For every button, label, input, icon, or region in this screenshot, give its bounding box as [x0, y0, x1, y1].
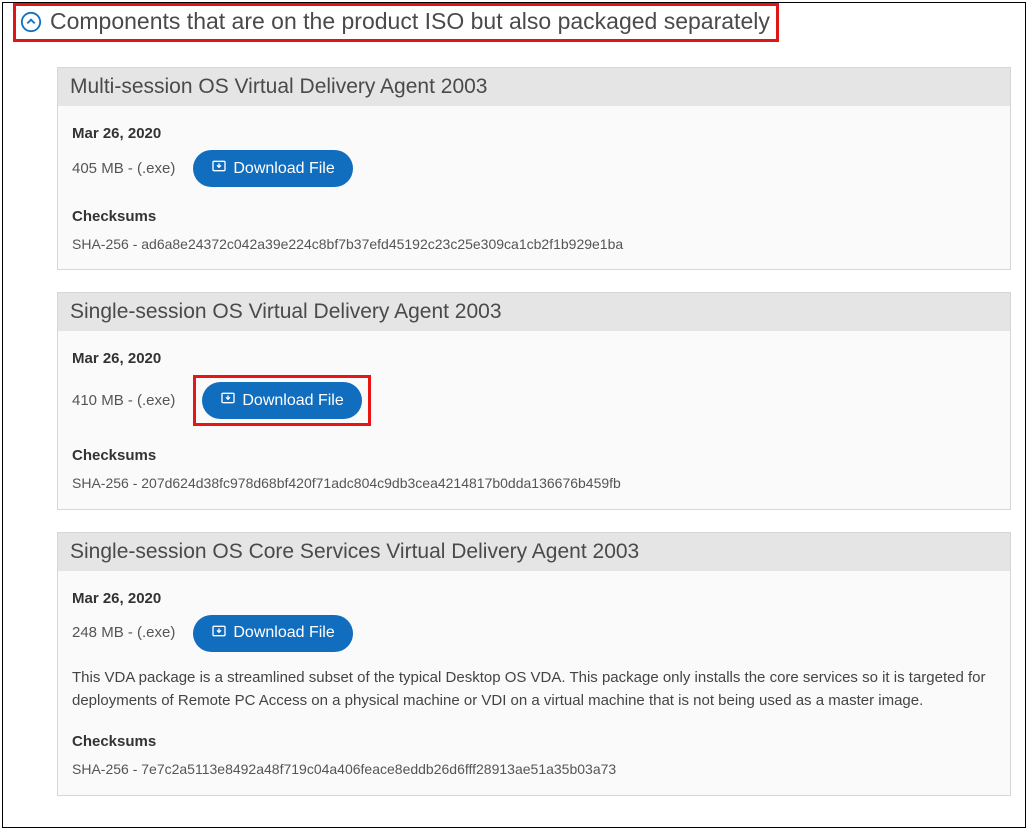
download-card: Single-session OS Core Services Virtual …: [57, 532, 1011, 796]
release-date: Mar 26, 2020: [72, 122, 996, 146]
file-size-type: 410 MB - (.exe): [72, 389, 175, 413]
download-button-label: Download File: [233, 160, 334, 178]
download-icon: [220, 390, 236, 411]
section-header-highlight: Components that are on the product ISO b…: [13, 3, 779, 42]
file-size-type: 248 MB - (.exe): [72, 621, 175, 645]
release-date: Mar 26, 2020: [72, 347, 996, 371]
section-title: Components that are on the product ISO b…: [50, 8, 770, 35]
card-title-bar: Single-session OS Virtual Delivery Agent…: [58, 293, 1010, 331]
section-header[interactable]: Components that are on the product ISO b…: [20, 8, 770, 35]
checksum-value: SHA-256 - ad6a8e24372c042a39e224c8bf7b37…: [72, 233, 996, 255]
card-title: Multi-session OS Virtual Delivery Agent …: [70, 75, 998, 99]
checksums-label: Checksums: [72, 730, 996, 754]
checksums-label: Checksums: [72, 444, 996, 468]
download-button[interactable]: Download File: [193, 615, 352, 652]
download-button-label: Download File: [233, 624, 334, 642]
card-title-bar: Multi-session OS Virtual Delivery Agent …: [58, 68, 1010, 106]
card-description: This VDA package is a streamlined subset…: [72, 666, 996, 713]
collapse-up-icon: [20, 11, 42, 33]
checksum-value: SHA-256 - 7e7c2a5113e8492a48f719c04a406f…: [72, 758, 996, 780]
download-button-highlight: Download File: [193, 375, 370, 426]
card-title: Single-session OS Core Services Virtual …: [70, 540, 998, 564]
download-icon: [211, 158, 227, 179]
download-button-label: Download File: [242, 392, 343, 410]
file-size-type: 405 MB - (.exe): [72, 157, 175, 181]
download-card: Single-session OS Virtual Delivery Agent…: [57, 292, 1011, 509]
card-title: Single-session OS Virtual Delivery Agent…: [70, 300, 998, 324]
checksum-value: SHA-256 - 207d624d38fc978d68bf420f71adc8…: [72, 472, 996, 494]
download-button[interactable]: Download File: [202, 382, 361, 419]
download-button[interactable]: Download File: [193, 150, 352, 187]
download-icon: [211, 623, 227, 644]
release-date: Mar 26, 2020: [72, 587, 996, 611]
checksums-label: Checksums: [72, 205, 996, 229]
download-card: Multi-session OS Virtual Delivery Agent …: [57, 67, 1011, 270]
card-title-bar: Single-session OS Core Services Virtual …: [58, 533, 1010, 571]
